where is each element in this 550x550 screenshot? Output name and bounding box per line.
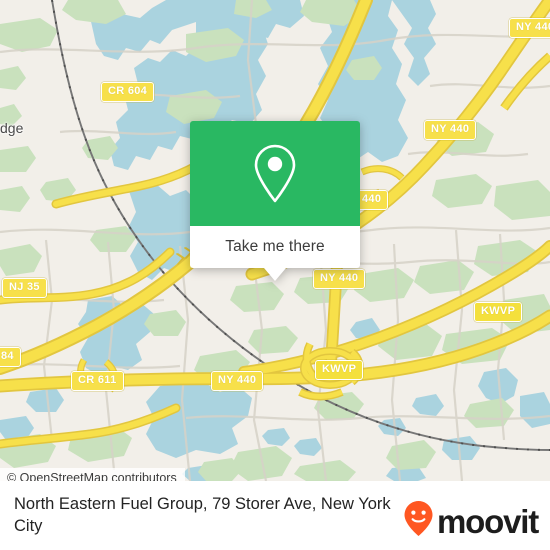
moovit-wordmark: moovit bbox=[437, 502, 539, 540]
callout-pin-panel bbox=[190, 121, 360, 226]
map-place-label: dge bbox=[0, 120, 24, 136]
road-shield-cr604[interactable]: CR 604 bbox=[101, 82, 155, 102]
map-attribution[interactable]: © OpenStreetMap contributors bbox=[0, 468, 185, 481]
callout-pointer bbox=[264, 268, 286, 281]
location-pin-icon bbox=[252, 143, 298, 205]
road-shield-ny440-bottom[interactable]: NY 440 bbox=[211, 371, 264, 391]
moovit-logo[interactable]: moovit bbox=[403, 500, 539, 542]
road-shield-84[interactable]: 84 bbox=[0, 347, 21, 367]
road-shield-nj35[interactable]: NJ 35 bbox=[2, 278, 47, 298]
road-shield-cr611[interactable]: CR 611 bbox=[71, 371, 124, 391]
road-shield-ny440-right[interactable]: NY 440 bbox=[424, 120, 477, 140]
callout-action-panel[interactable]: Take me there bbox=[190, 226, 360, 268]
take-me-there-label: Take me there bbox=[225, 238, 325, 255]
road-shield-kwvp-mid[interactable]: KWVP bbox=[315, 360, 364, 380]
road-shield-ny440-topright[interactable]: NY 440 bbox=[509, 18, 550, 38]
place-title: North Eastern Fuel Group, 79 Storer Ave,… bbox=[14, 495, 391, 535]
location-callout-card[interactable]: Take me there bbox=[190, 121, 360, 281]
moovit-smiley-pin-icon bbox=[403, 500, 434, 542]
map-canvas[interactable]: dge NY 440 CR 604 NY 440 440 NJ 35 NY 44… bbox=[0, 0, 550, 481]
road-shield-kwvp-right[interactable]: KWVP bbox=[474, 302, 523, 322]
road-shield-ny440-mid[interactable]: NY 440 bbox=[313, 269, 366, 289]
